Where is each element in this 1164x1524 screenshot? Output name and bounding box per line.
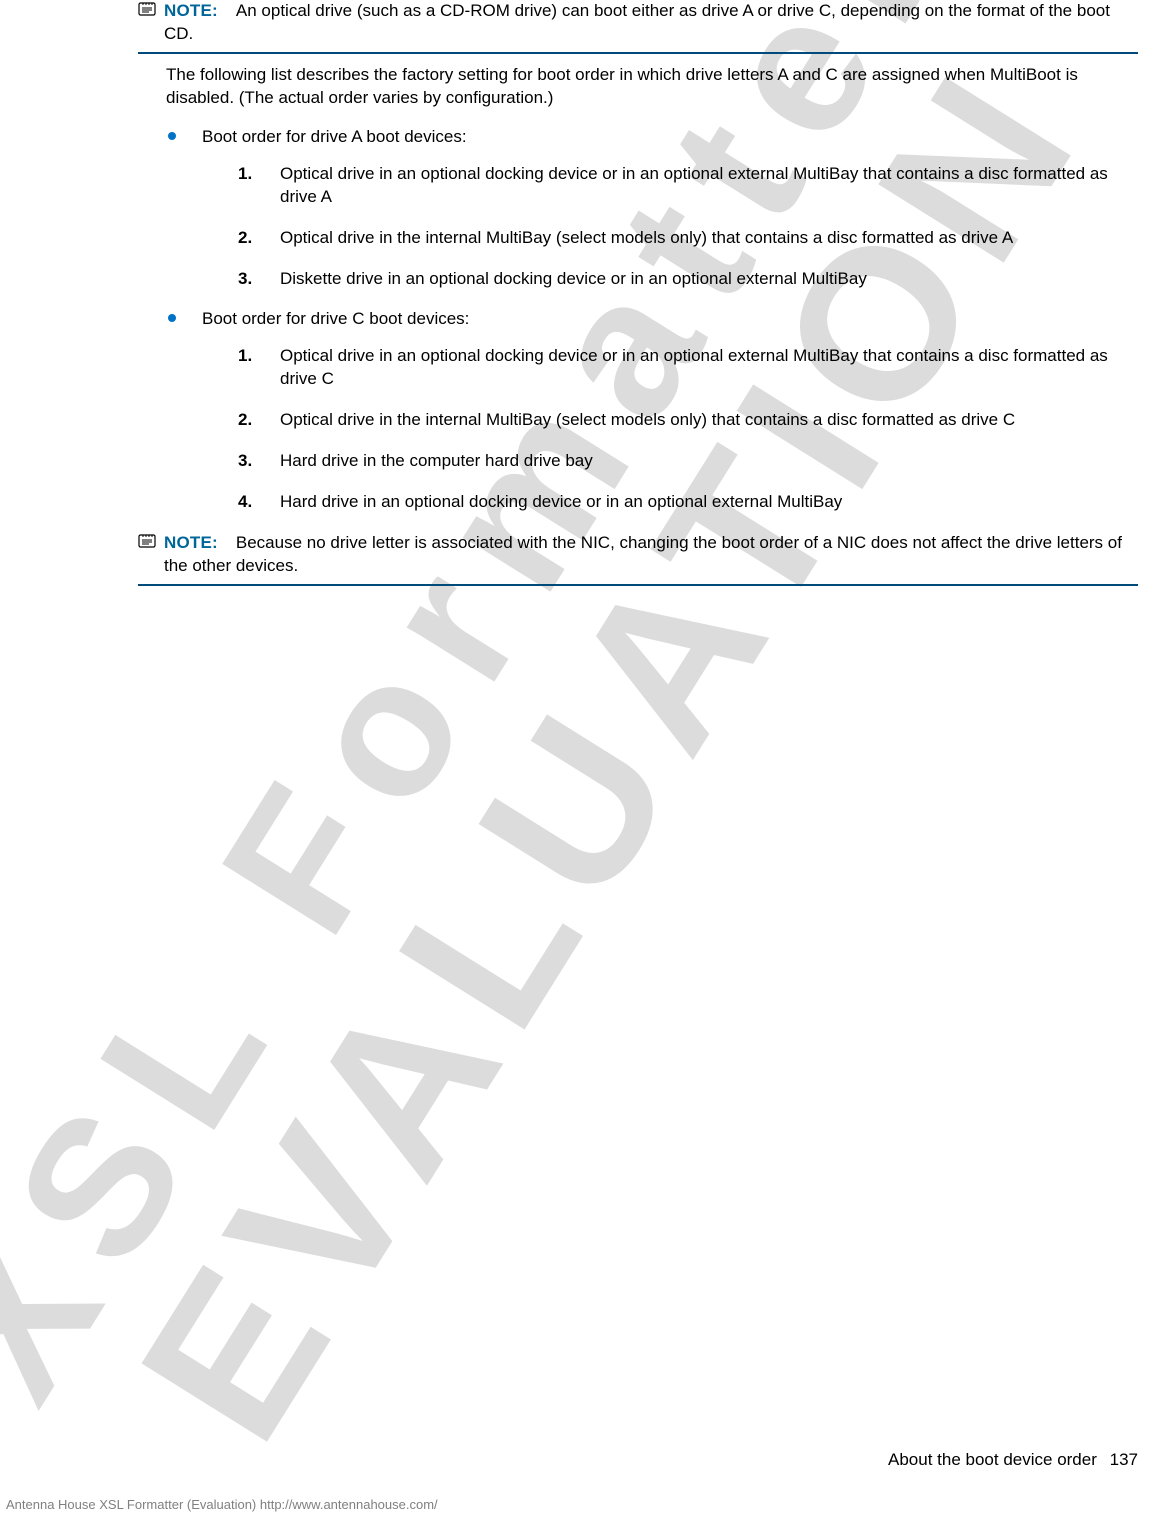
list-item: Optical drive in an optional docking dev… <box>238 163 1138 209</box>
evaluation-footer: Antenna House XSL Formatter (Evaluation)… <box>6 1496 438 1514</box>
ordered-list-a: Optical drive in an optional docking dev… <box>238 163 1138 291</box>
page-content: NOTE:An optical drive (such as a CD-ROM … <box>0 0 1164 586</box>
note-text-2: Because no drive letter is associated wi… <box>164 533 1122 575</box>
page-footer: About the boot device order 137 <box>888 1449 1138 1472</box>
note-block-1: NOTE:An optical drive (such as a CD-ROM … <box>138 0 1138 54</box>
list-item: Optical drive in an optional docking dev… <box>238 345 1138 391</box>
list-item: Diskette drive in an optional docking de… <box>238 268 1138 291</box>
note-icon <box>138 2 156 16</box>
note-label-1: NOTE: <box>164 1 218 20</box>
bullet-title-a: Boot order for drive A boot devices: <box>202 127 467 146</box>
note-label-2: NOTE: <box>164 533 218 552</box>
boot-order-list: Boot order for drive A boot devices: Opt… <box>166 126 1138 514</box>
list-item: Optical drive in the internal MultiBay (… <box>238 409 1138 432</box>
intro-paragraph: The following list describes the factory… <box>166 64 1138 110</box>
list-item: Hard drive in an optional docking device… <box>238 491 1138 514</box>
note-rule-2 <box>138 584 1138 586</box>
ordered-list-c: Optical drive in an optional docking dev… <box>238 345 1138 514</box>
note-rule-1 <box>138 52 1138 54</box>
bullet-drive-c: Boot order for drive C boot devices: Opt… <box>166 308 1138 514</box>
footer-section-title: About the boot device order <box>888 1450 1097 1469</box>
bullet-drive-a: Boot order for drive A boot devices: Opt… <box>166 126 1138 291</box>
footer-page-number: 137 <box>1110 1449 1138 1472</box>
list-item: Hard drive in the computer hard drive ba… <box>238 450 1138 473</box>
note-block-2: NOTE:Because no drive letter is associat… <box>138 532 1138 586</box>
note-text-1: An optical drive (such as a CD-ROM drive… <box>164 1 1110 43</box>
list-item: Optical drive in the internal MultiBay (… <box>238 227 1138 250</box>
note-icon <box>138 534 156 548</box>
bullet-title-c: Boot order for drive C boot devices: <box>202 309 469 328</box>
